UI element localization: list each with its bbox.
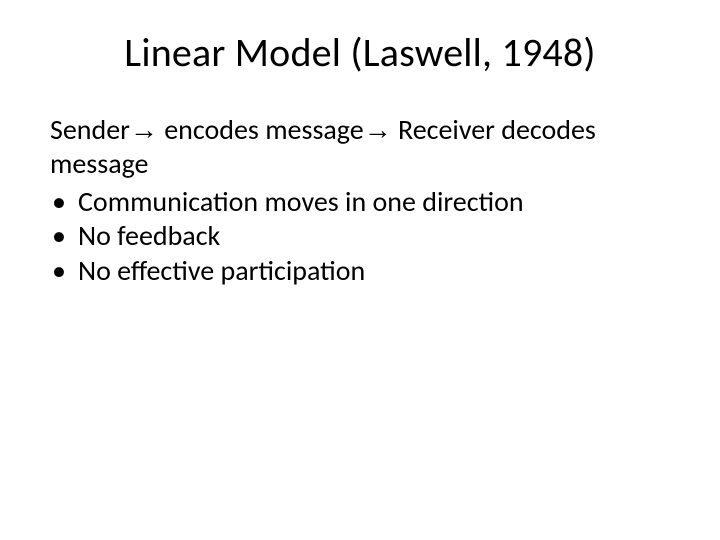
bullet-text: No feedback	[78, 218, 220, 253]
list-item: No feedback	[50, 219, 670, 253]
arrow-icon: →	[130, 114, 158, 145]
intro-encodes: encodes message	[158, 112, 364, 147]
intro-sender: Sender	[50, 112, 130, 147]
slide-body: Sender→ encodes message→ Receiver decode…	[50, 113, 670, 288]
slide-title: Linear Model (Laswell, 1948)	[50, 28, 670, 77]
bullet-list: Communication moves in one direction No …	[50, 185, 670, 287]
arrow-icon: →	[364, 114, 392, 145]
list-item: No effective participation	[50, 254, 670, 288]
list-item: Communication moves in one direction	[50, 185, 670, 219]
bullet-text: No effective participation	[78, 253, 365, 288]
slide: Linear Model (Laswell, 1948) Sender→ enc…	[0, 0, 720, 540]
intro-line: Sender→ encodes message→ Receiver decode…	[50, 113, 670, 181]
bullet-text: Communication moves in one direction	[78, 184, 524, 219]
